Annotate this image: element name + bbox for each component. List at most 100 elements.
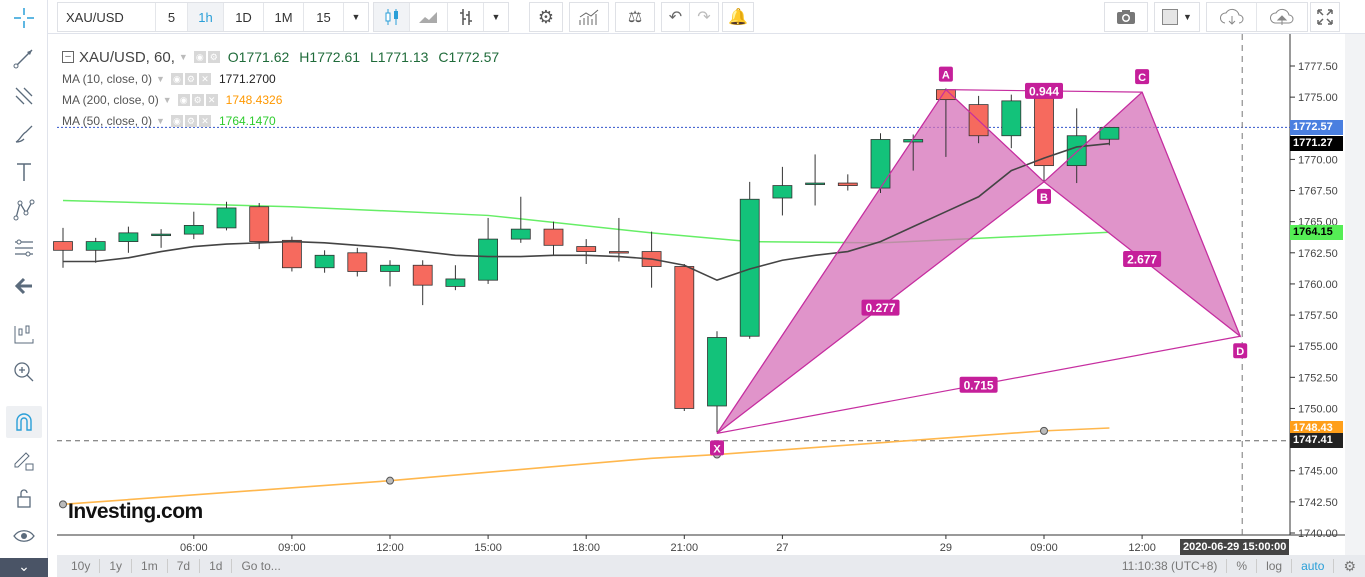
gear-icon: ⚙ <box>1343 558 1356 574</box>
measure-tool[interactable] <box>6 318 42 350</box>
time-tick-label: 21:00 <box>671 542 699 554</box>
interval-1d[interactable]: 1D <box>224 3 264 31</box>
undo-button[interactable]: ↶ <box>662 3 690 31</box>
candles-style-button[interactable] <box>374 3 410 31</box>
zoom-tool[interactable] <box>6 356 42 388</box>
price-tick-label: 1750.00 <box>1298 403 1338 415</box>
gear-icon[interactable]: ⚙ <box>191 93 204 106</box>
caret-down-icon[interactable]: ▼ <box>156 116 165 126</box>
caret-down-icon[interactable]: ▼ <box>156 74 165 84</box>
candle-body <box>1001 100 1022 137</box>
candle-body <box>543 228 564 246</box>
fullscreen-button[interactable] <box>1311 3 1339 31</box>
gear-icon[interactable]: ⚙ <box>184 72 197 85</box>
time-tick-label: 15:00 <box>474 542 502 554</box>
text-tool[interactable] <box>6 156 42 188</box>
close-icon[interactable]: ✕ <box>205 93 218 106</box>
right-margin <box>1345 34 1365 577</box>
range-10y[interactable]: 10y <box>57 559 101 573</box>
interval-dropdown[interactable]: ▼ <box>344 3 368 31</box>
chart-style-dropdown[interactable]: ▼ <box>484 3 508 31</box>
price-tick-label: 1775.00 <box>1298 92 1338 104</box>
gear-icon[interactable]: ⚙ <box>207 51 220 63</box>
legend-close: C1772.57 <box>438 49 500 65</box>
interval-5[interactable]: 5 <box>156 3 188 31</box>
settings-button[interactable]: ⚙ <box>530 3 562 31</box>
ma-marker <box>386 476 394 485</box>
time-tick-label: 09:00 <box>1030 542 1058 554</box>
log-scale-toggle[interactable]: log <box>1257 559 1293 573</box>
pattern-tool[interactable] <box>6 194 42 226</box>
caret-down-icon[interactable]: ▼ <box>163 95 172 105</box>
auto-scale-toggle[interactable]: auto <box>1292 559 1335 573</box>
candle-body <box>347 252 368 272</box>
close-icon[interactable]: ✕ <box>198 72 211 85</box>
symbol-input[interactable]: XAU/USD <box>58 3 156 31</box>
gear-icon[interactable]: ⚙ <box>184 114 197 127</box>
more-tools-button[interactable]: ⌄ <box>0 558 48 577</box>
visibility-icon[interactable]: ◉ <box>170 114 183 127</box>
compare-button[interactable]: ⚖ <box>616 3 654 31</box>
close-icon[interactable]: ✕ <box>198 114 211 127</box>
save-chart-button[interactable] <box>1257 3 1307 31</box>
visibility-icon[interactable]: ◉ <box>193 51 206 63</box>
price-tick-label: 1767.50 <box>1298 186 1338 198</box>
clock[interactable]: 11:10:38 (UTC+8) <box>1113 559 1228 573</box>
percent-scale-toggle[interactable]: % <box>1227 559 1258 573</box>
caret-down-icon[interactable]: ▼ <box>179 52 188 62</box>
candle-body <box>249 206 270 242</box>
trend-line-tool[interactable] <box>6 42 42 74</box>
cursor-time-label: 2020-06-29 15:00:00 <box>1180 539 1290 555</box>
interval-1h[interactable]: 1h <box>188 3 224 31</box>
range-1d[interactable]: 1d <box>200 559 233 573</box>
redo-button[interactable]: ↷ <box>690 3 718 31</box>
interval-1m[interactable]: 1M <box>264 3 304 31</box>
fullscreen-icon <box>1317 9 1333 25</box>
visibility-icon[interactable]: ◉ <box>177 93 190 106</box>
brush-tool[interactable] <box>6 118 42 150</box>
pattern-point-label: C <box>1138 72 1146 84</box>
magnet-tool[interactable] <box>6 406 42 438</box>
lock-tool[interactable] <box>6 482 42 514</box>
pattern-icon <box>13 199 35 221</box>
collapse-legend-icon[interactable]: – <box>62 51 74 63</box>
range-1m[interactable]: 1m <box>132 559 168 573</box>
ratio-label: 0.277 <box>865 301 895 315</box>
visibility-tool[interactable] <box>6 520 42 552</box>
color-picker-button[interactable]: ▼ <box>1155 3 1199 31</box>
range-1y[interactable]: 1y <box>100 559 133 573</box>
line-style-button[interactable] <box>410 3 448 31</box>
legend-ma200: MA (200, close, 0) ▼ ◉ ⚙ ✕ 1748.4326 <box>62 89 499 110</box>
interval-15[interactable]: 15 <box>304 3 344 31</box>
hide-toolbar-button[interactable] <box>6 270 42 302</box>
indicators-button[interactable] <box>570 3 608 31</box>
pattern-point-label: A <box>942 70 950 82</box>
crosshair-tool[interactable] <box>6 2 42 34</box>
text-icon <box>17 163 31 181</box>
chevron-down-icon: ⌄ <box>18 558 30 574</box>
visibility-icon[interactable]: ◉ <box>170 72 183 85</box>
range-7d[interactable]: 7d <box>168 559 201 573</box>
time-tick-label: 09:00 <box>278 542 306 554</box>
alert-button[interactable]: 🔔 <box>723 3 753 31</box>
ma-value: 1764.1470 <box>218 113 276 128</box>
lock-drawings-tool[interactable] <box>6 444 42 476</box>
price-tick-label: 1760.00 <box>1298 279 1338 291</box>
bars-style-button[interactable] <box>448 3 484 31</box>
goto-date-button[interactable]: Go to... <box>232 559 289 573</box>
candle-body <box>903 139 924 143</box>
time-tick-label: 12:00 <box>376 542 404 554</box>
fib-tool[interactable] <box>6 232 42 264</box>
pitchfork-tool[interactable] <box>6 80 42 112</box>
time-tick-label: 27 <box>776 542 788 554</box>
candle-body <box>380 264 400 272</box>
area-chart-icon <box>418 12 437 23</box>
indicators-icon <box>579 9 599 25</box>
scale-settings-button[interactable]: ⚙ <box>1334 559 1365 573</box>
load-chart-button[interactable] <box>1207 3 1257 31</box>
candle-body <box>674 266 695 409</box>
gear-icon: ⚙ <box>537 6 555 27</box>
screenshot-button[interactable] <box>1105 3 1147 31</box>
candle-body <box>1099 126 1120 140</box>
candle-body <box>314 254 335 269</box>
